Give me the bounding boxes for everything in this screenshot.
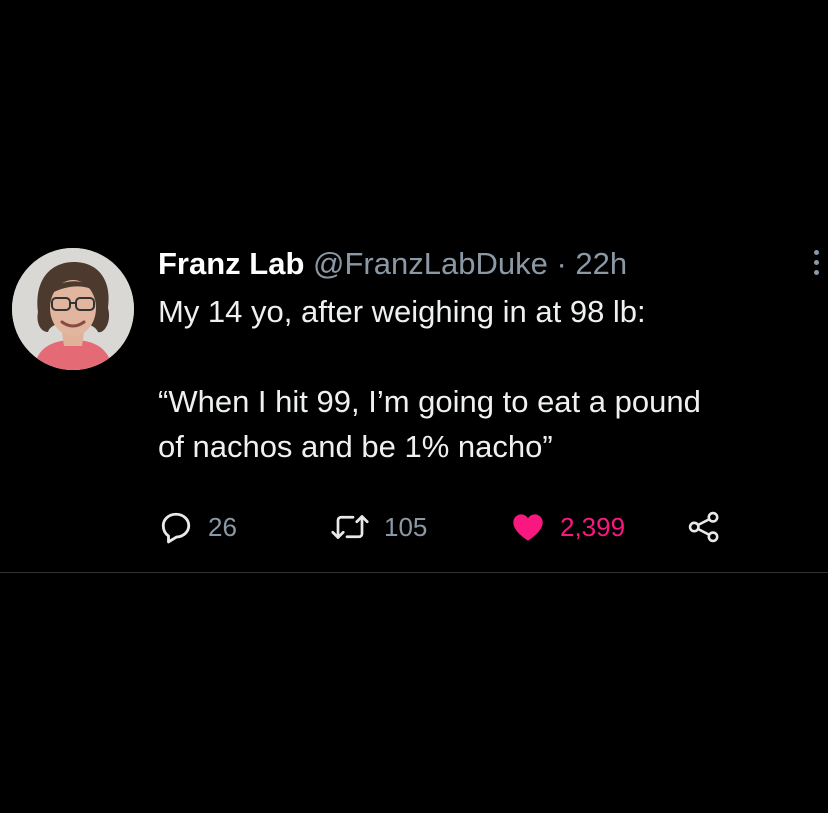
tweet-text-line: My 14 yo, after weighing in at 98 lb:	[158, 294, 646, 329]
retweet-icon	[331, 515, 369, 539]
display-name[interactable]: Franz Lab	[158, 246, 304, 281]
reply-button[interactable]: 26	[158, 507, 237, 547]
like-count: 2,399	[560, 511, 626, 542]
tweet[interactable]: Franz Lab @FranzLabDuke · 22h My 14 yo, …	[0, 0, 828, 573]
tweet-text: My 14 yo, after weighing in at 98 lb: “W…	[158, 289, 818, 469]
reply-count: 26	[208, 511, 237, 542]
user-handle[interactable]: @FranzLabDuke	[313, 246, 548, 281]
tweet-header: Franz Lab @FranzLabDuke · 22h	[158, 244, 627, 284]
avatar-photo	[12, 248, 134, 370]
separator-dot: ·	[556, 246, 567, 281]
timestamp[interactable]: 22h	[575, 246, 627, 281]
reply-icon	[161, 512, 191, 544]
more-vertical-icon[interactable]	[806, 247, 826, 281]
retweet-count: 105	[384, 511, 428, 542]
avatar[interactable]	[12, 248, 134, 370]
tweet-text-line: of nachos and be 1% nacho”	[158, 429, 553, 464]
share-button[interactable]	[686, 507, 722, 547]
heart-icon	[513, 514, 543, 541]
like-button[interactable]: 2,399	[510, 507, 625, 547]
retweet-button[interactable]: 105	[330, 507, 427, 547]
share-icon	[688, 511, 719, 543]
tweet-text-line: “When I hit 99, I’m going to eat a pound	[158, 384, 701, 419]
